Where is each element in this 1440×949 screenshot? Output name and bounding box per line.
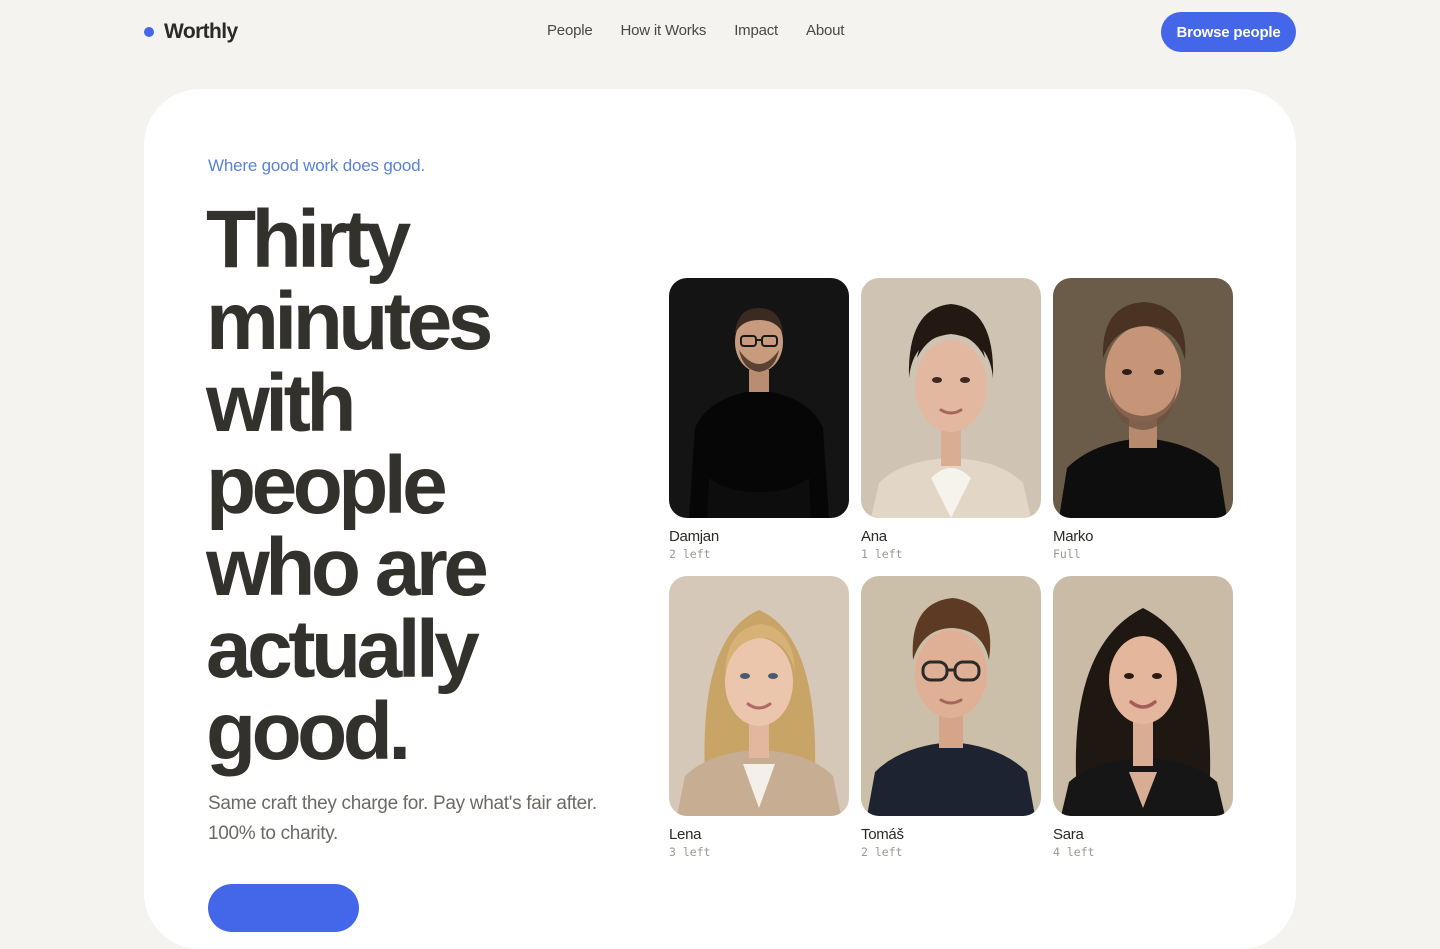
person-name: Tomáš xyxy=(861,826,904,843)
nav-link-people[interactable]: People xyxy=(547,22,593,39)
portrait-man-glasses-navy-shirt-image xyxy=(861,576,1041,816)
headline-line: who are xyxy=(206,522,489,613)
person-card-sara[interactable]: Sara 4 left xyxy=(1053,576,1233,859)
person-card-marko[interactable]: Marko Full xyxy=(1053,278,1233,561)
brand-dot-icon xyxy=(144,27,154,37)
person-name: Damjan xyxy=(669,528,719,545)
nav-links: People How it Works Impact About xyxy=(547,22,844,39)
person-card-tomas[interactable]: Tomáš 2 left xyxy=(861,576,1041,859)
portrait-man-stubble-black-shirt-image xyxy=(1053,278,1233,518)
person-card-ana[interactable]: Ana 1 left xyxy=(861,278,1041,561)
headline-line: good. xyxy=(206,686,411,777)
portrait-woman-beige-blazer-image xyxy=(861,278,1041,518)
browse-people-button[interactable]: Browse people xyxy=(1161,12,1296,52)
person-photo xyxy=(1053,576,1233,816)
top-nav: Worthly People How it Works Impact About… xyxy=(0,0,1440,64)
headline-line: people xyxy=(206,440,448,531)
nav-link-how-it-works[interactable]: How it Works xyxy=(621,22,707,39)
person-availability: 3 left xyxy=(669,845,711,859)
person-availability: Full xyxy=(1053,547,1081,561)
person-name: Lena xyxy=(669,826,702,843)
person-card-damjan[interactable]: Damjan 2 left xyxy=(669,278,849,561)
headline-line: Thirty xyxy=(206,194,411,285)
brand-name: Worthly xyxy=(164,20,238,43)
headline-line: actually xyxy=(206,604,480,695)
portrait-woman-dark-curly-hair-image xyxy=(1053,576,1233,816)
headline-line: with xyxy=(206,358,356,449)
brand-logo[interactable]: Worthly xyxy=(144,18,238,46)
subtitle-line: Same craft they charge for. Pay what's f… xyxy=(208,793,597,814)
person-photo xyxy=(861,278,1041,518)
subtitle-line: 100% to charity. xyxy=(208,823,339,844)
person-availability: 2 left xyxy=(861,845,903,859)
nav-link-impact[interactable]: Impact xyxy=(734,22,778,39)
hero-headline: Thirty minutes with people who are actua… xyxy=(206,199,646,773)
person-name: Marko xyxy=(1053,528,1094,545)
person-name: Sara xyxy=(1053,826,1084,843)
person-availability: 4 left xyxy=(1053,845,1095,859)
person-photo xyxy=(1053,278,1233,518)
hero-cta-button[interactable] xyxy=(208,884,359,932)
person-photo xyxy=(861,576,1041,816)
person-card-lena[interactable]: Lena 3 left xyxy=(669,576,849,859)
hero-tagline: Where good work does good. xyxy=(208,156,425,175)
nav-link-about[interactable]: About xyxy=(806,22,844,39)
hero-card: Where good work does good. Thirty minute… xyxy=(144,89,1296,949)
portrait-woman-blonde-blazer-image xyxy=(669,576,849,816)
person-name: Ana xyxy=(861,528,887,545)
person-photo xyxy=(669,576,849,816)
person-availability: 2 left xyxy=(669,547,711,561)
person-photo xyxy=(669,278,849,518)
portrait-man-black-tshirt-glasses-image xyxy=(669,278,849,518)
hero-subtitle: Same craft they charge for. Pay what's f… xyxy=(208,789,628,849)
person-availability: 1 left xyxy=(861,547,903,561)
headline-line: minutes xyxy=(206,276,493,367)
